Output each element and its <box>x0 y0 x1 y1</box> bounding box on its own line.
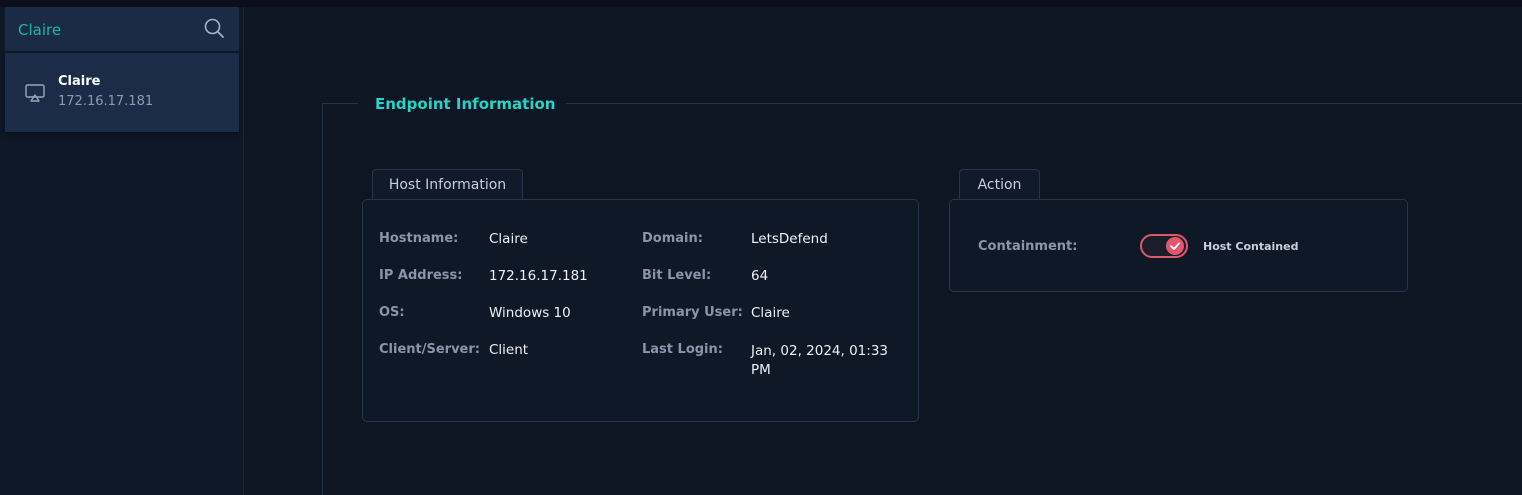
check-icon <box>1170 242 1180 250</box>
host-information-tab: Host Information <box>372 169 523 199</box>
fieldset-border <box>566 103 1522 104</box>
host-information-panel: Hostname: Claire IP Address: 172.16.17.1… <box>362 199 919 422</box>
field-label: Primary User: <box>642 305 743 320</box>
toggle-status-label: Host Contained <box>1203 240 1299 253</box>
containment-label: Containment: <box>978 239 1078 254</box>
field-value: Claire <box>751 305 790 321</box>
toggle-knob <box>1166 237 1184 255</box>
field-value: Client <box>489 342 529 358</box>
field-label: Client/Server: <box>379 342 480 357</box>
host-list-item[interactable]: Claire 172.16.17.181 <box>5 53 239 132</box>
section-title: Endpoint Information <box>375 95 556 113</box>
containment-toggle[interactable] <box>1140 234 1188 258</box>
field-value: Claire <box>489 231 528 247</box>
search-icon[interactable] <box>203 17 225 39</box>
field-label: Bit Level: <box>642 268 712 283</box>
field-label: OS: <box>379 305 405 320</box>
fieldset-border <box>322 103 358 104</box>
top-bar <box>0 0 1522 7</box>
field-label: Hostname: <box>379 231 459 246</box>
search-input[interactable] <box>18 19 188 41</box>
field-value: 172.16.17.181 <box>489 268 588 284</box>
field-label: Domain: <box>642 231 703 246</box>
host-ip: 172.16.17.181 <box>58 94 154 109</box>
action-tab: Action <box>959 169 1040 199</box>
fieldset-border <box>322 103 323 495</box>
sidebar: Claire 172.16.17.181 <box>0 7 244 495</box>
field-label: IP Address: <box>379 268 463 283</box>
host-name: Claire <box>58 74 101 89</box>
field-value: Windows 10 <box>489 305 571 321</box>
search-bar <box>5 7 239 51</box>
monitor-icon <box>25 84 45 102</box>
field-value: LetsDefend <box>751 231 828 247</box>
field-label: Last Login: <box>642 342 723 357</box>
field-value: Jan, 02, 2024, 01:33 PM <box>751 343 888 378</box>
field-value: 64 <box>751 268 769 284</box>
